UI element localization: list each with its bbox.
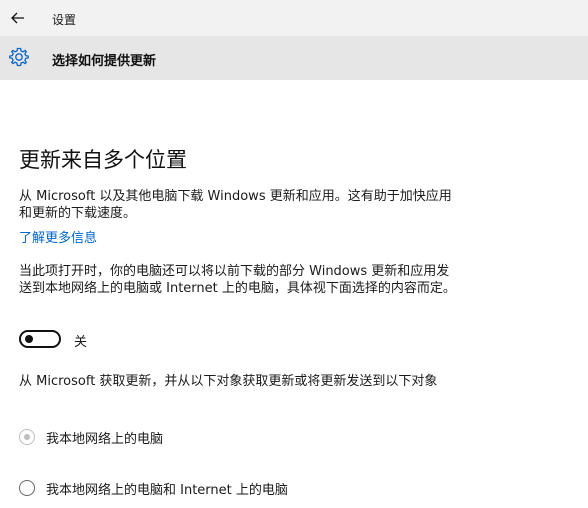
arrow-left-icon — [11, 9, 25, 28]
gear-icon — [8, 46, 30, 68]
toggle-description: 当此项打开时，你的电脑还可以将以前下载的部分 Windows 更新和应用发送到本… — [19, 264, 456, 296]
toggle-knob — [25, 335, 33, 343]
app-title: 设置 — [52, 13, 77, 27]
radio-button[interactable] — [19, 480, 35, 496]
description-text: 从 Microsoft 以及其他电脑下载 Windows 更新和应用。这有助于加… — [19, 189, 452, 221]
page-header: 选择如何提供更新 — [0, 36, 588, 80]
radio-button[interactable] — [19, 429, 35, 445]
title-bar: 设置 — [0, 0, 588, 36]
back-button[interactable] — [6, 6, 30, 30]
radio-label: 我本地网络上的电脑 — [46, 431, 164, 447]
page-title: 选择如何提供更新 — [52, 54, 157, 69]
radio-group-label: 从 Microsoft 获取更新，并从以下对象获取更新或将更新发送到以下对象 — [19, 374, 438, 389]
main-content: 更新来自多个位置 从 Microsoft 以及其他电脑下载 Windows 更新… — [0, 80, 588, 508]
learn-more-link[interactable]: 了解更多信息 — [19, 227, 97, 246]
radio-label: 我本地网络上的电脑和 Internet 上的电脑 — [46, 482, 288, 498]
delivery-optimization-toggle[interactable] — [19, 330, 61, 348]
radio-dot — [23, 433, 30, 440]
radio-option-local-network[interactable]: 我本地网络上的电脑 — [19, 427, 163, 447]
radio-option-local-and-internet[interactable]: 我本地网络上的电脑和 Internet 上的电脑 — [19, 478, 288, 498]
toggle-state-label: 关 — [74, 335, 88, 350]
section-heading: 更新来自多个位置 — [19, 148, 187, 172]
